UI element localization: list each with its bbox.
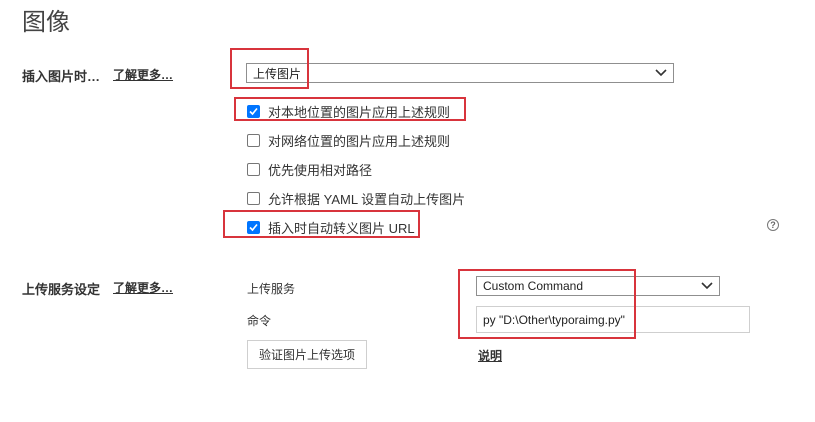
checkbox-apply-network[interactable] <box>247 134 260 147</box>
checkmark-icon <box>249 107 258 116</box>
help-icon[interactable]: ? <box>767 219 779 231</box>
upload-service-label: 上传服务设定 <box>22 282 101 297</box>
insert-image-action-value: 上传图片 <box>253 66 302 81</box>
option-label: 对本地位置的图片应用上述规则 <box>268 105 451 120</box>
insert-image-learn-more-link[interactable]: 了解更多… <box>113 66 173 83</box>
option-escape-url[interactable]: 插入时自动转义图片 URL <box>247 218 415 237</box>
command-field-label: 命令 <box>247 314 272 328</box>
chevron-down-icon <box>701 282 713 290</box>
insert-image-action-select[interactable]: 上传图片 <box>246 63 674 83</box>
checkbox-relative-path[interactable] <box>247 163 260 176</box>
option-relative-path[interactable]: 优先使用相对路径 <box>247 160 372 179</box>
page-title: 图像 <box>22 9 70 36</box>
upload-service-learn-more-link[interactable]: 了解更多… <box>113 279 173 296</box>
insert-image-label: 插入图片时… <box>22 69 101 84</box>
checkmark-icon <box>249 223 258 232</box>
option-label: 允许根据 YAML 设置自动上传图片 <box>268 192 466 207</box>
option-label: 对网络位置的图片应用上述规则 <box>268 134 451 149</box>
upload-service-select[interactable]: Custom Command <box>476 276 720 296</box>
checkbox-apply-local[interactable] <box>247 105 260 118</box>
option-label: 插入时自动转义图片 URL <box>268 221 415 236</box>
option-label: 优先使用相对路径 <box>268 163 373 178</box>
option-yaml-upload[interactable]: 允许根据 YAML 设置自动上传图片 <box>247 189 465 208</box>
option-apply-local[interactable]: 对本地位置的图片应用上述规则 <box>247 102 450 121</box>
checkbox-yaml-upload[interactable] <box>247 192 260 205</box>
service-field-label: 上传服务 <box>247 282 296 296</box>
explain-link[interactable]: 说明 <box>478 347 502 364</box>
verify-upload-button[interactable]: 验证图片上传选项 <box>247 340 367 369</box>
upload-service-value: Custom Command <box>483 279 584 293</box>
command-input[interactable]: py "D:\Other\typoraimg.py" <box>476 306 750 333</box>
chevron-down-icon <box>655 69 667 77</box>
checkbox-escape-url[interactable] <box>247 221 260 234</box>
option-apply-network[interactable]: 对网络位置的图片应用上述规则 <box>247 131 450 150</box>
